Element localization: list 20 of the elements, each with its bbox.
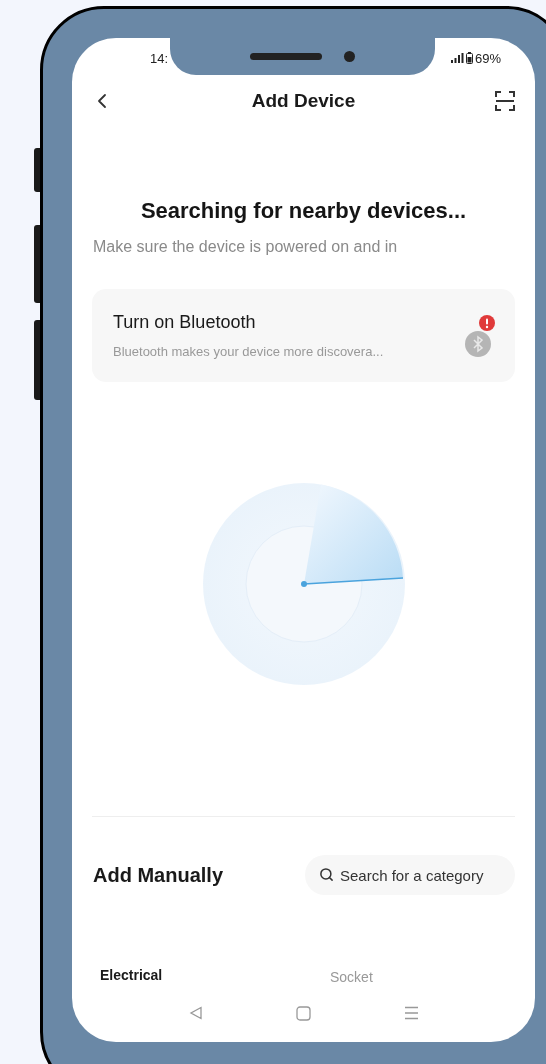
bluetooth-card-title: Turn on Bluetooth bbox=[113, 311, 257, 335]
battery-percentage: 69% bbox=[474, 49, 501, 68]
battery-icon bbox=[465, 52, 473, 65]
category-search-field[interactable]: Search for a category bbox=[305, 855, 515, 895]
add-manually-heading: Add Manually bbox=[93, 863, 223, 888]
signal-icon bbox=[450, 53, 464, 64]
bluetooth-card[interactable]: Turn on Bluetooth Bluetooth makes your device more discovera... bbox=[92, 289, 515, 382]
menu-icon[interactable] bbox=[403, 1006, 419, 1020]
status-time: 14: bbox=[150, 49, 169, 68]
home-nav-icon[interactable] bbox=[295, 1005, 311, 1021]
bluetooth-icon bbox=[465, 330, 491, 357]
category-item[interactable]: Electrical bbox=[100, 965, 330, 986]
bluetooth-card-description: Bluetooth makes your device more discovera... bbox=[113, 343, 384, 362]
page-title: Add Device bbox=[251, 88, 356, 113]
back-nav-icon[interactable] bbox=[188, 1006, 203, 1020]
searching-subtitle: Make sure the device is powered on and in bbox=[93, 237, 399, 257]
scan-icon bbox=[494, 90, 516, 112]
search-icon bbox=[319, 867, 334, 882]
searching-heading: Searching for nearby devices... bbox=[140, 197, 467, 225]
scan-button[interactable] bbox=[493, 89, 517, 113]
